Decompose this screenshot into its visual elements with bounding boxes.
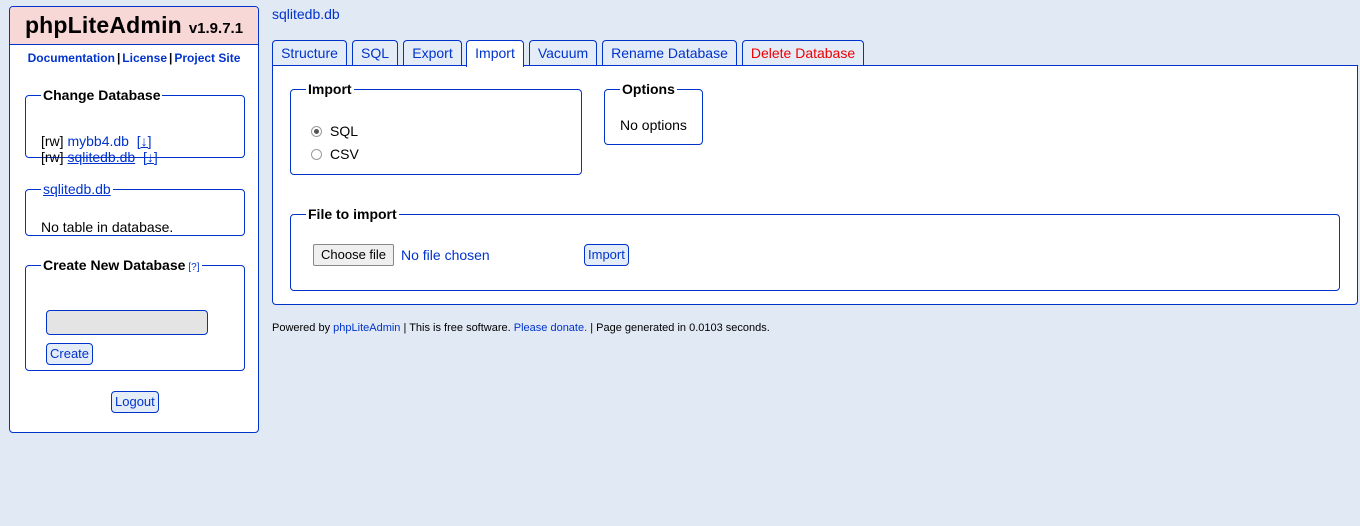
current-database-link[interactable]: sqlitedb.db: [43, 181, 111, 197]
license-link[interactable]: License: [122, 51, 167, 65]
doc-links: Documentation | License | Project Site: [10, 51, 258, 69]
import-type-box: Import SQL CSV: [290, 81, 582, 175]
radio-icon[interactable]: [311, 149, 322, 160]
tab-import[interactable]: Import: [466, 40, 524, 67]
project-site-link[interactable]: Project Site: [174, 51, 240, 65]
new-database-name-input[interactable]: [46, 310, 208, 335]
powered-by-text: Powered by: [272, 322, 331, 334]
help-link[interactable]: [?]: [188, 262, 199, 273]
app-version: v1.9.7.1: [188, 20, 244, 37]
create-button[interactable]: Create: [46, 343, 94, 365]
current-database-panel: sqlitedb.db No table in database.: [25, 181, 245, 236]
file-to-import-legend: File to import: [308, 206, 397, 222]
documentation-link[interactable]: Documentation: [28, 51, 115, 65]
no-options-message: No options: [620, 117, 687, 133]
app-name: phpLiteAdmin: [24, 12, 182, 38]
database-link-sqlitedb[interactable]: sqlitedb.db: [67, 149, 135, 165]
choose-file-button[interactable]: Choose file: [313, 244, 395, 266]
change-database-legend: Change Database: [43, 87, 161, 103]
app-logo: phpLiteAdmin v1.9.7.1: [10, 7, 258, 45]
logout-button[interactable]: Logout: [111, 391, 159, 413]
footer: Powered by phpLiteAdmin | This is free s…: [272, 322, 770, 334]
tab-vacuum[interactable]: Vacuum: [529, 40, 597, 66]
database-row: [rw] sqlitedb.db [↓]: [41, 149, 158, 165]
create-database-legend: Create New Database: [43, 257, 186, 273]
option-label: CSV: [330, 146, 359, 162]
file-to-import-box: File to import Choose file No file chose…: [290, 206, 1340, 291]
import-legend: Import: [308, 81, 352, 97]
import-option-csv[interactable]: CSV: [311, 146, 359, 162]
tab-delete-database[interactable]: Delete Database: [742, 40, 864, 66]
import-button[interactable]: Import: [584, 244, 629, 266]
database-link-mybb4[interactable]: mybb4.db: [67, 133, 128, 149]
generation-time-text: | Page generated in 0.0103 seconds.: [590, 322, 770, 334]
options-legend: Options: [622, 81, 675, 97]
no-tables-message: No table in database.: [41, 219, 174, 235]
sidebar: phpLiteAdmin v1.9.7.1 Documentation | Lice…: [9, 6, 259, 433]
download-db-link[interactable]: [↓]: [137, 133, 152, 149]
options-box: Options No options: [604, 81, 703, 145]
change-database-panel: Change Database [rw] mybb4.db [↓] [rw] s…: [25, 87, 245, 165]
download-db-link[interactable]: [↓]: [143, 149, 158, 165]
create-database-panel: Create New Database [?] Create: [25, 257, 245, 371]
import-panel: Import SQL CSV Options No options File t…: [272, 65, 1358, 305]
free-software-text: | This is free software.: [403, 322, 511, 334]
database-row: [rw] mybb4.db [↓]: [41, 133, 158, 149]
db-mode: [rw]: [41, 133, 64, 149]
breadcrumb-database-link[interactable]: sqlitedb.db: [272, 6, 340, 22]
import-option-sql[interactable]: SQL: [311, 123, 358, 139]
file-status-text: No file chosen: [401, 247, 490, 263]
tab-export[interactable]: Export: [403, 40, 462, 66]
phpliteadmin-link[interactable]: phpLiteAdmin: [333, 322, 400, 334]
db-mode: [rw]: [41, 149, 64, 165]
tab-rename-database[interactable]: Rename Database: [602, 40, 737, 66]
donate-link[interactable]: Please donate.: [514, 322, 587, 334]
tab-structure[interactable]: Structure: [272, 40, 347, 66]
option-label: SQL: [330, 123, 359, 139]
tab-sql[interactable]: SQL: [352, 40, 398, 66]
radio-selected-icon[interactable]: [311, 126, 322, 137]
